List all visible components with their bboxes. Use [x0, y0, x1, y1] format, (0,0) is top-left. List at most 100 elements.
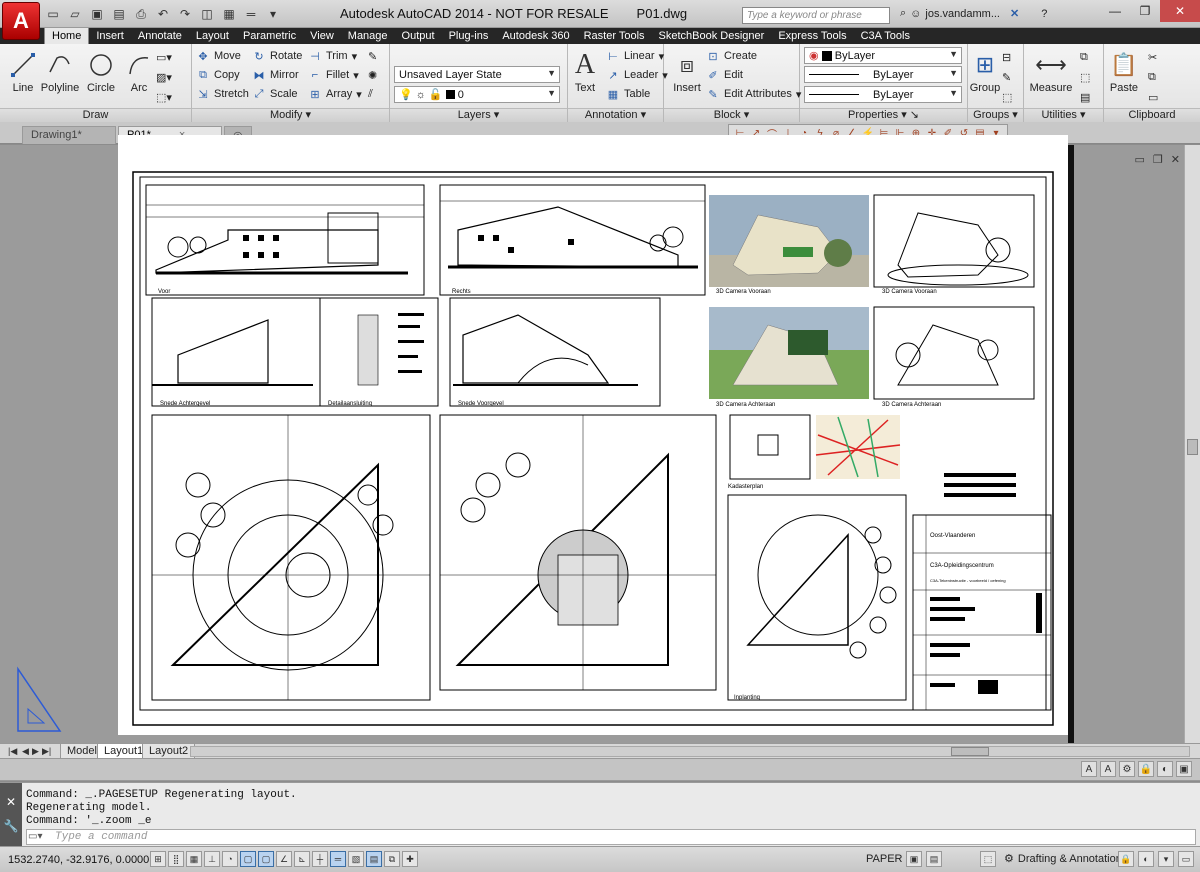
linetype-dropdown[interactable]: ByLayer ▼ [804, 66, 962, 83]
cut-icon[interactable]: ✂ [1148, 48, 1157, 66]
ribbon-tab-parametric[interactable]: Parametric [236, 28, 303, 44]
circle-button[interactable]: Circle [82, 48, 120, 94]
stretch-button[interactable]: ⇲ Stretch [196, 85, 248, 103]
isolate-icon[interactable]: ◐ [1138, 851, 1154, 867]
quick-view-drawings-icon[interactable]: ▤ [926, 851, 942, 867]
ribbon-tab-layout[interactable]: Layout [189, 28, 236, 44]
hardware-acceleration-icon[interactable]: ▣ [1176, 761, 1192, 777]
command-window-grip[interactable]: ✕ 🔧 [0, 783, 22, 847]
save-as-icon[interactable]: ▤ [110, 5, 128, 23]
copy-base-icon[interactable]: ▭ [1148, 88, 1158, 106]
arc-button[interactable]: Arc [120, 48, 158, 94]
rectangle-icon[interactable]: ▭▾ [156, 48, 172, 66]
infer-constraints-icon[interactable]: ⊞ [150, 851, 166, 867]
lock-ui-icon[interactable]: 🔒 [1138, 761, 1154, 777]
grid-display-icon[interactable]: ▦ [186, 851, 202, 867]
utilities-panel-title[interactable]: Utilities ▾ [1024, 108, 1103, 122]
help-icon[interactable]: ? [1041, 8, 1047, 20]
annotation-panel-title[interactable]: Annotation ▾ [568, 108, 663, 122]
close-icon[interactable]: ✕ [6, 795, 16, 809]
workspace-switch-icon[interactable]: ⚙ [1119, 761, 1135, 777]
minimize-viewport-icon[interactable]: ▭ [1135, 153, 1145, 166]
application-menu-button[interactable]: A [2, 2, 40, 40]
calculator-icon[interactable]: ▤ [1080, 88, 1090, 106]
dynamic-input-icon[interactable]: ┼ [312, 851, 328, 867]
prev-layout-icon[interactable]: ◀ [22, 746, 29, 757]
workspace-icon[interactable]: ◫ [198, 5, 216, 23]
ribbon-tab-express-tools[interactable]: Express Tools [771, 28, 853, 44]
workspace-switcher[interactable]: ⚙ Drafting & Annotation ▾ [1004, 852, 1131, 866]
ribbon-tab-view[interactable]: View [303, 28, 341, 44]
boundary-icon[interactable]: ⬚▾ [156, 88, 172, 106]
ortho-mode-icon[interactable]: ⊥ [204, 851, 220, 867]
ungroup-icon[interactable]: ⊟ [1002, 48, 1011, 66]
annotation-visibility-icon[interactable]: A [1081, 761, 1097, 777]
annotation-scale-icon[interactable]: A [1100, 761, 1116, 777]
group-edit-icon[interactable]: ✎ [1002, 68, 1011, 86]
fillet-button[interactable]: ⌐ Fillet ▾ [308, 66, 359, 84]
leader-button[interactable]: ↗ Leader ▾ [606, 66, 667, 84]
restore-viewport-icon[interactable]: ❐ [1153, 153, 1163, 166]
toolbar-lock-icon[interactable]: 🔒 [1118, 851, 1134, 867]
layers-panel-title[interactable]: Layers ▾ [390, 108, 567, 122]
close-icon[interactable]: ✕ [1160, 0, 1200, 22]
groups-panel-title[interactable]: Groups ▾ [968, 108, 1023, 122]
quick-select-icon[interactable]: ⧉ [1080, 48, 1088, 66]
edit-block-button[interactable]: ✐ Edit [706, 66, 743, 84]
close-viewport-icon[interactable]: ✕ [1171, 153, 1180, 166]
plot-icon[interactable]: ⎙ [132, 5, 150, 23]
object-snap-tracking-icon[interactable]: ∠ [276, 851, 292, 867]
isolate-objects-icon[interactable]: ◐ [1157, 761, 1173, 777]
drawing-canvas[interactable]: Voor Rechts 3D Camera Vooraan 3D Camera … [0, 135, 1200, 743]
modify-panel-title[interactable]: Modify ▾ [192, 108, 389, 122]
status-menu-icon[interactable]: ▾ [1158, 851, 1174, 867]
transparency-icon[interactable]: ▧ [348, 851, 364, 867]
ribbon-tab-output[interactable]: Output [395, 28, 442, 44]
properties-panel-title[interactable]: Properties ▾ ↘ [800, 108, 967, 122]
command-input[interactable]: Type a command [26, 829, 1196, 845]
undo-icon[interactable]: ↶ [154, 5, 172, 23]
vertical-scroll-thumb[interactable] [1187, 439, 1198, 455]
offset-icon[interactable]: ⫽ [368, 85, 373, 103]
edit-attributes-button[interactable]: ✎ Edit Attributes ▾ [706, 85, 801, 103]
ribbon-tab-plug-ins[interactable]: Plug-ins [442, 28, 496, 44]
coordinates-readout[interactable]: 1532.2740, -32.9176, 0.0000 [8, 854, 149, 866]
ribbon-tab-annotate[interactable]: Annotate [131, 28, 189, 44]
command-prompt-icon[interactable]: ▭▾ [28, 831, 42, 842]
paste-button[interactable]: 📋 Paste [1106, 48, 1142, 94]
next-layout-icon[interactable]: ▶ [32, 746, 39, 757]
user-account[interactable]: ⌕ ☺ jos.vandamm... ✕ ? [900, 7, 1047, 20]
ribbon-tab-c3a-tools[interactable]: C3A Tools [854, 28, 917, 44]
open-icon[interactable]: ▱ [66, 5, 84, 23]
trim-button[interactable]: ⊣ Trim ▾ [308, 47, 357, 65]
doc-tab-drawing1[interactable]: Drawing1* [22, 126, 116, 144]
exchange-icon[interactable]: ✕ [1010, 7, 1019, 20]
customize-icon[interactable]: 🔧 [4, 819, 19, 833]
hatch-icon[interactable]: ▨▾ [156, 68, 172, 86]
layer-state-dropdown[interactable]: Unsaved Layer State ▼ [394, 66, 560, 83]
vertical-scrollbar[interactable] [1184, 145, 1200, 743]
username[interactable]: jos.vandamm... [925, 8, 1000, 20]
horizontal-scroll-thumb[interactable] [951, 747, 989, 756]
line-button[interactable]: Line [4, 48, 42, 94]
last-layout-icon[interactable]: ▶| [42, 746, 51, 757]
scale-button[interactable]: ⤢ Scale [252, 85, 298, 103]
ribbon-tab-autodesk-360[interactable]: Autodesk 360 [495, 28, 576, 44]
redo-icon[interactable]: ↷ [176, 5, 194, 23]
explode-icon[interactable]: ✺ [368, 66, 377, 84]
copy-button[interactable]: ⧉ Copy [196, 66, 240, 84]
draw-panel-title[interactable]: Draw [0, 108, 191, 122]
clipboard-panel-title[interactable]: Clipboard [1104, 108, 1200, 122]
group-button[interactable]: ⊞ Group [968, 48, 1002, 94]
layer-dropdown[interactable]: 💡 ☼ 🔓 0 ▼ [394, 86, 560, 103]
ribbon-tab-home[interactable]: Home [44, 28, 90, 44]
erase-icon[interactable]: ✎ [368, 47, 377, 65]
linear-button[interactable]: ⊢ Linear ▾ [606, 47, 664, 65]
restore-icon[interactable]: ❐ [1130, 0, 1160, 22]
first-layout-icon[interactable]: |◀ [8, 746, 17, 757]
lineweight-icon[interactable]: ═ [242, 5, 260, 23]
lineweight-dropdown[interactable]: ByLayer ▼ [804, 86, 962, 103]
group-selection-icon[interactable]: ⬚ [1002, 88, 1012, 106]
array-button[interactable]: ⊞ Array ▾ [308, 85, 361, 103]
insert-button[interactable]: ⧈ Insert [668, 48, 706, 94]
